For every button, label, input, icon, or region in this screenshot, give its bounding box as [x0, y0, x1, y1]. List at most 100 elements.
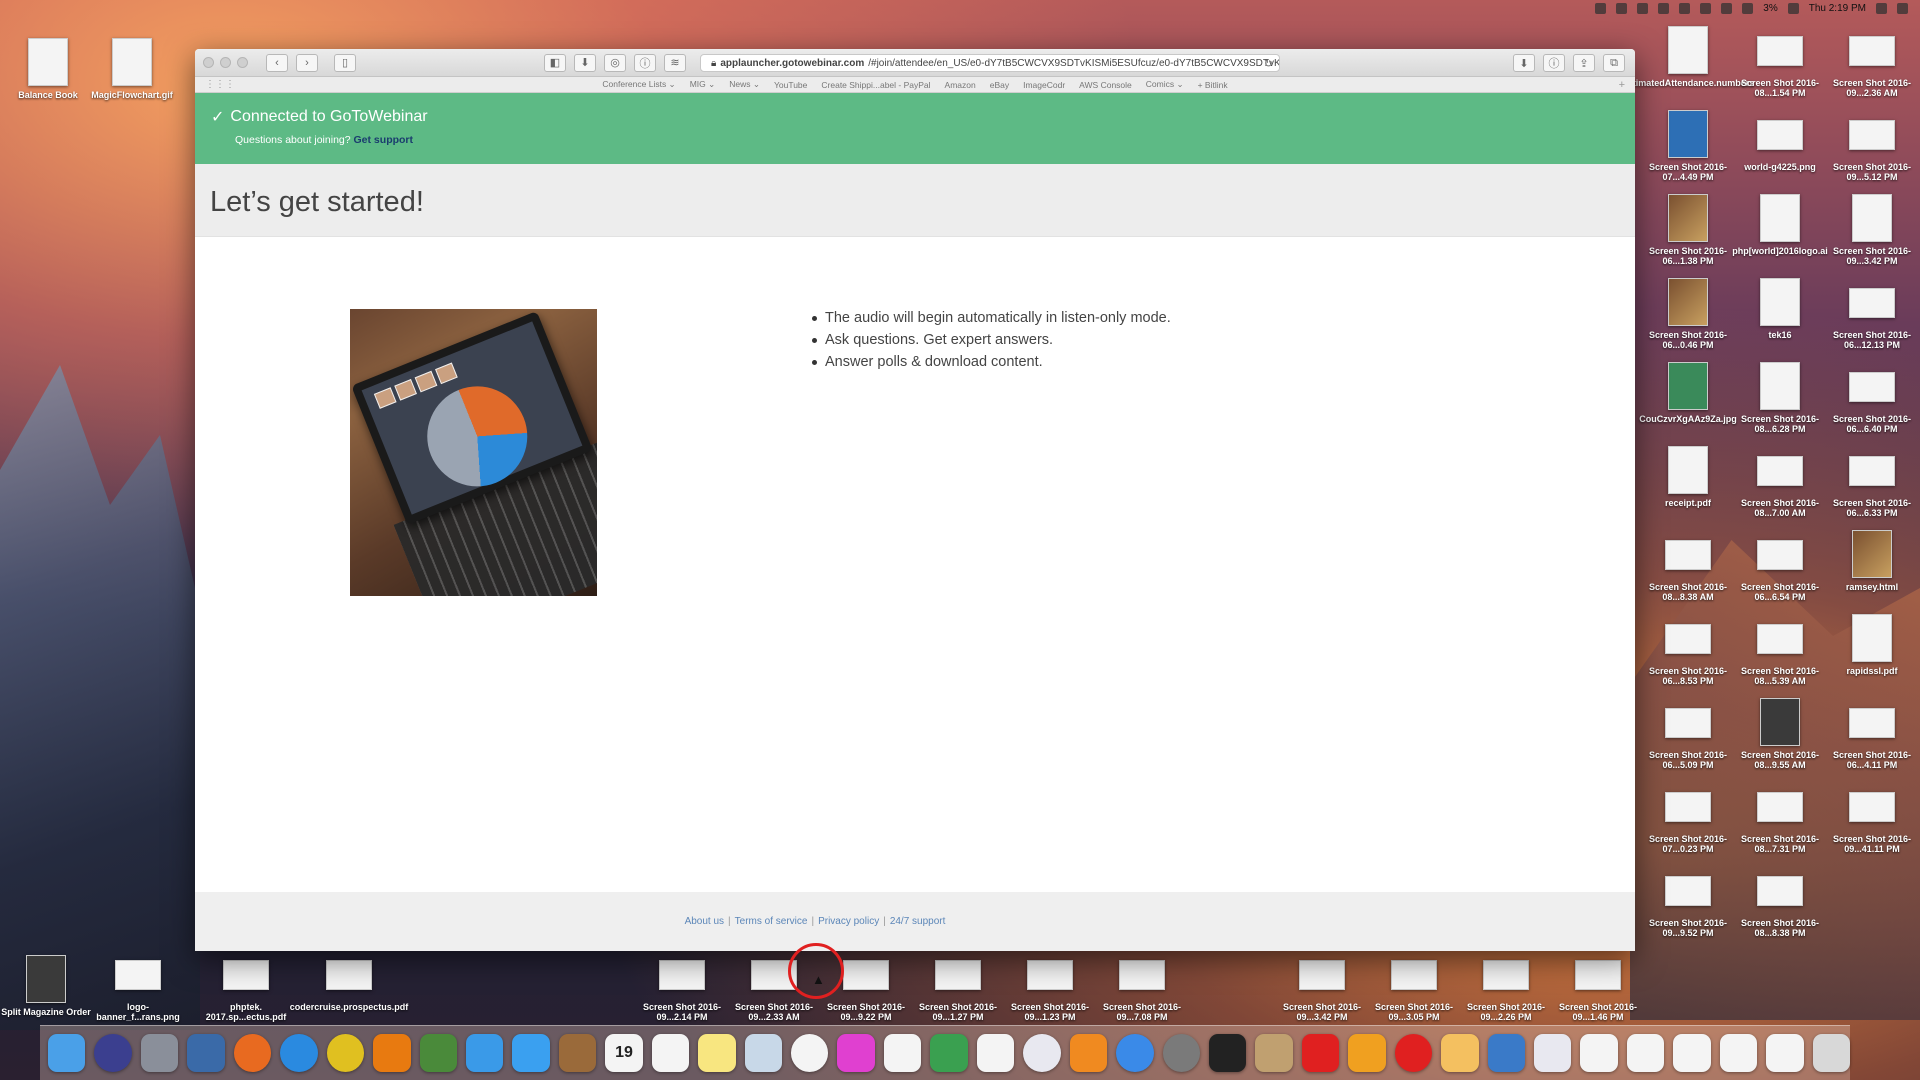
desktop-item[interactable]: Balance Book	[2, 38, 94, 100]
desktop-item[interactable]: CouCzvrXgAAz9Za.jpg	[1639, 362, 1737, 424]
desktop-item[interactable]: php[world]2016logo.ai	[1732, 194, 1828, 256]
sidebar-toggle-icon[interactable]: ▯	[334, 53, 356, 72]
bookmark-item[interactable]: Create Shippi...abel - PayPal	[821, 80, 930, 90]
top-sites-icon[interactable]: ⋮⋮⋮	[205, 79, 235, 90]
support-247-link[interactable]: 24/7 support	[890, 916, 946, 927]
siri-icon[interactable]	[94, 1034, 132, 1072]
notes-icon[interactable]	[698, 1034, 736, 1072]
minimize-icon[interactable]	[220, 57, 231, 68]
extension-icon[interactable]: ⬇	[574, 53, 596, 72]
desktop-item[interactable]: Screen Shot 2016-08...5.39 AM	[1734, 614, 1826, 687]
twitter-status-icon[interactable]	[1616, 2, 1628, 14]
desktop-item[interactable]: Screen Shot 2016-06...5.09 PM	[1642, 698, 1734, 771]
desktop-item[interactable]: Screen Shot 2016-08...8.38 PM	[1734, 866, 1826, 939]
desktop-item[interactable]: logo-banner_f...rans.png	[92, 950, 184, 1023]
desktop-item[interactable]: Screen Shot 2016-06...8.53 PM	[1642, 614, 1734, 687]
firefox-icon[interactable]	[233, 1034, 272, 1072]
vlc-icon[interactable]	[373, 1034, 411, 1072]
desktop-item[interactable]: MagicFlowchart.gif	[86, 38, 178, 100]
bookmark-item[interactable]: Amazon	[945, 80, 976, 90]
desktop-item[interactable]: ramsey.html	[1826, 530, 1918, 592]
reminders-icon[interactable]	[651, 1034, 690, 1072]
address-bar[interactable]: 🔒︎ applauncher.gotowebinar.com/#join/att…	[700, 54, 1280, 72]
status-icon[interactable]	[1595, 2, 1607, 14]
new-tab-icon[interactable]: +	[1619, 79, 1625, 91]
clock[interactable]: Thu 2:19 PM	[1809, 3, 1866, 14]
desktop-item[interactable]: Screen Shot 2016-06...6.33 PM	[1826, 446, 1918, 519]
calendar-icon[interactable]: 19	[605, 1034, 643, 1072]
close-icon[interactable]	[203, 57, 214, 68]
spotlight-icon[interactable]	[1876, 2, 1887, 14]
info-icon[interactable]: ⓘ	[634, 53, 656, 72]
messages-icon[interactable]	[465, 1034, 504, 1072]
desktop-item[interactable]: Screen Shot 2016-08...9.55 AM	[1734, 698, 1826, 771]
layers-icon[interactable]: ≋	[664, 53, 686, 72]
bookmark-item[interactable]: MIG ⌄	[690, 79, 716, 90]
desktop-item[interactable]: Screen Shot 2016-06...4.11 PM	[1826, 698, 1918, 771]
battery-percent[interactable]: 3%	[1763, 3, 1777, 14]
doc-icon[interactable]	[1580, 1034, 1618, 1072]
desktop-item[interactable]: phptek. 2017.sp...ectus.pdf	[200, 950, 292, 1023]
photos-icon[interactable]	[791, 1034, 829, 1072]
finder-icon[interactable]	[48, 1034, 86, 1072]
get-support-link[interactable]: Get support	[354, 134, 414, 146]
doc-icon[interactable]	[1626, 1034, 1665, 1072]
desktop-item[interactable]: EstimatedAttendance.numbers	[1622, 26, 1754, 88]
notification-center-icon[interactable]	[1897, 2, 1908, 14]
bookmark-item[interactable]: YouTube	[774, 80, 807, 90]
filezilla-icon[interactable]	[1348, 1034, 1386, 1072]
desktop-item[interactable]: Screen Shot 2016-09...1.23 PM	[1004, 950, 1096, 1023]
info-icon[interactable]: ⓘ	[1543, 54, 1565, 72]
desktop-item[interactable]: Split Magazine Order	[0, 955, 92, 1017]
wifi-icon[interactable]	[1721, 2, 1733, 14]
desktop-item[interactable]: Screen Shot 2016-08...6.28 PM	[1734, 362, 1826, 435]
zoom-icon[interactable]	[237, 57, 248, 68]
terminal-icon[interactable]	[1208, 1034, 1247, 1072]
extension-icon[interactable]: ◎	[604, 53, 626, 72]
volume-icon[interactable]	[1742, 2, 1754, 14]
ibooks-icon[interactable]	[1069, 1034, 1108, 1072]
desktop-item[interactable]: Screen Shot 2016-09...1.27 PM	[912, 950, 1004, 1023]
desktop-item[interactable]: tek16	[1734, 278, 1826, 340]
desktop-item[interactable]: Screen Shot 2016-09...5.12 PM	[1826, 110, 1918, 183]
doc-icon[interactable]	[1719, 1034, 1758, 1072]
desktop-item[interactable]: Screen Shot 2016-07...4.49 PM	[1642, 110, 1734, 183]
bookmark-item[interactable]: + Bitlink	[1198, 80, 1228, 90]
bookmark-item[interactable]: Conference Lists ⌄	[602, 79, 675, 90]
tree-icon[interactable]	[419, 1034, 457, 1072]
flower-icon[interactable]	[837, 1034, 875, 1072]
desktop-item[interactable]: Screen Shot 2016-06...6.40 PM	[1826, 362, 1918, 435]
desktop-item[interactable]: Screen Shot 2016-08...8.38 AM	[1642, 530, 1734, 603]
chrome-icon[interactable]	[326, 1034, 365, 1072]
desktop-item[interactable]: rapidssl.pdf	[1826, 614, 1918, 676]
terms-link[interactable]: Terms of service	[735, 916, 808, 927]
desktop-item[interactable]: Screen Shot 2016-08...1.54 PM	[1734, 26, 1826, 99]
doc-icon[interactable]	[1673, 1034, 1711, 1072]
desktop-item[interactable]: world-g4225.png	[1734, 110, 1826, 172]
numbers-icon[interactable]	[930, 1034, 968, 1072]
system-preferences-icon[interactable]	[1162, 1034, 1200, 1072]
desktop-item[interactable]: Screen Shot 2016-07...0.23 PM	[1642, 782, 1734, 855]
doc-icon[interactable]	[1766, 1034, 1804, 1072]
desktop-item[interactable]: Screen Shot 2016-06...12.13 PM	[1826, 278, 1918, 351]
desktop-item[interactable]: Screen Shot 2016-09...41.11 PM	[1826, 782, 1918, 855]
desktop-item[interactable]: Screen Shot 2016-08...7.00 AM	[1734, 446, 1826, 519]
tabs-icon[interactable]: ⧉	[1603, 54, 1625, 72]
paint-icon[interactable]	[1255, 1034, 1293, 1072]
flag-icon[interactable]	[1787, 2, 1799, 14]
keynote-icon[interactable]	[976, 1034, 1015, 1072]
download-icon[interactable]: ⬇	[1513, 54, 1535, 72]
twitter-icon[interactable]	[512, 1034, 550, 1072]
desktop-item[interactable]: codercruise.prospectus.pdf	[290, 950, 408, 1012]
share-icon[interactable]: ⇪	[1573, 54, 1595, 72]
stack-icon[interactable]	[1534, 1034, 1572, 1072]
itunes-icon[interactable]	[1023, 1034, 1061, 1072]
desktop-item[interactable]: Screen Shot 2016-09...2.26 PM	[1460, 950, 1552, 1023]
bookmark-item[interactable]: Comics ⌄	[1146, 79, 1184, 90]
launchpad-icon[interactable]	[140, 1034, 179, 1072]
cloud-icon[interactable]	[1700, 2, 1712, 14]
desktop-item[interactable]: Screen Shot 2016-09...3.42 PM	[1276, 950, 1368, 1023]
status-icon[interactable]	[1658, 2, 1670, 14]
opera-icon[interactable]	[1394, 1034, 1433, 1072]
desktop-item[interactable]: Screen Shot 2016-09...2.36 AM	[1826, 26, 1918, 99]
